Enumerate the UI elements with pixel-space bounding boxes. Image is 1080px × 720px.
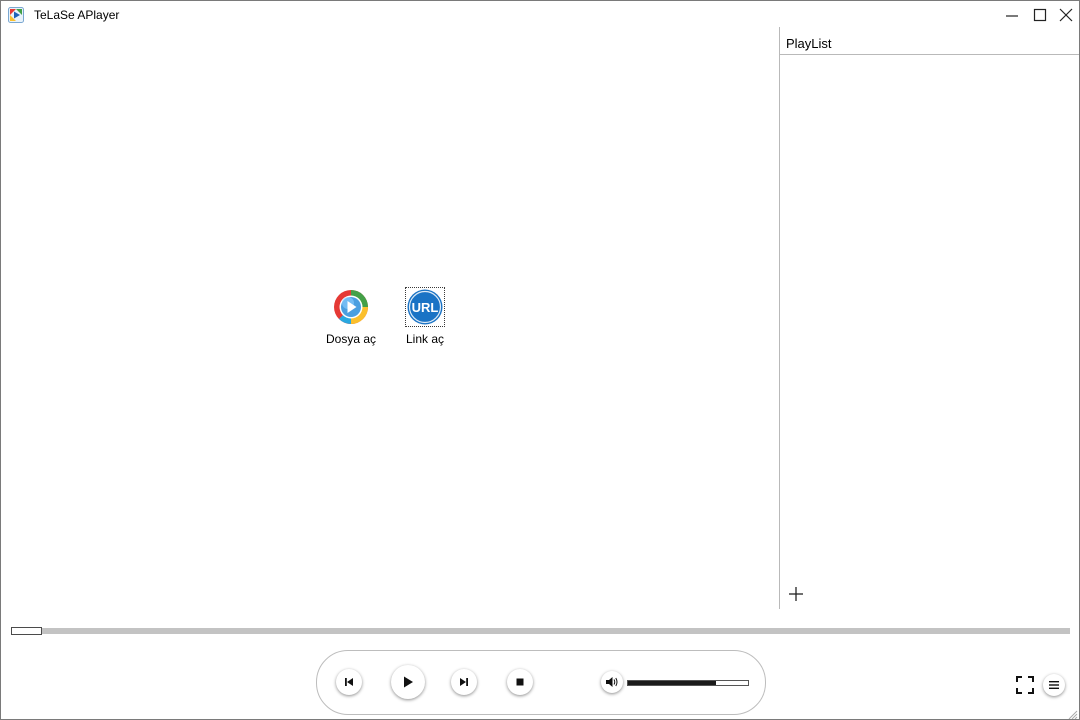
stop-button[interactable] [507, 669, 533, 695]
maximize-button[interactable] [1028, 5, 1052, 25]
seek-bar[interactable] [11, 628, 1070, 634]
resize-grip-icon [1068, 710, 1078, 719]
fullscreen-button[interactable] [1015, 675, 1035, 695]
media-file-icon [331, 287, 371, 327]
menu-button[interactable] [1043, 674, 1065, 696]
previous-button[interactable] [336, 669, 362, 695]
skip-previous-icon [345, 678, 353, 686]
play-button[interactable] [391, 665, 425, 699]
close-button[interactable] [1054, 5, 1078, 25]
playlist-header: PlayList [780, 27, 1079, 55]
open-file-button[interactable]: Dosya aç [321, 287, 381, 346]
open-file-label: Dosya aç [325, 332, 377, 346]
volume-icon [606, 677, 618, 687]
minimize-button[interactable] [1000, 5, 1024, 25]
volume-button[interactable] [601, 671, 623, 693]
resize-grip[interactable] [1067, 707, 1078, 719]
window-title: TeLaSe APlayer [34, 8, 120, 22]
volume-level [628, 681, 716, 685]
url-link-icon: URL [405, 287, 445, 327]
open-link-label: Link aç [405, 332, 445, 346]
minimize-icon [1006, 15, 1018, 17]
title-bar[interactable]: TeLaSe APlayer [1, 1, 1079, 29]
maximize-icon [1033, 8, 1047, 22]
seek-thumb[interactable] [11, 627, 42, 635]
next-button[interactable] [451, 669, 477, 695]
url-icon-text: URL [412, 300, 439, 315]
plus-icon [789, 587, 803, 601]
open-link-button[interactable]: URL Link aç [399, 287, 451, 346]
playlist-panel: PlayList [779, 27, 1079, 609]
play-icon [404, 676, 413, 688]
hamburger-menu-icon [1049, 681, 1059, 689]
fullscreen-icon [1016, 676, 1034, 694]
playlist-title: PlayList [786, 36, 832, 51]
skip-next-icon [460, 678, 468, 686]
playlist-add-button[interactable] [787, 585, 805, 603]
app-window: TeLaSe APlayer Dosya aç URL Link aç Play… [0, 0, 1080, 720]
close-icon [1059, 8, 1073, 22]
volume-slider[interactable] [627, 680, 749, 686]
app-logo-icon [8, 7, 24, 23]
stop-icon [516, 678, 524, 686]
transport-controls [316, 650, 766, 715]
